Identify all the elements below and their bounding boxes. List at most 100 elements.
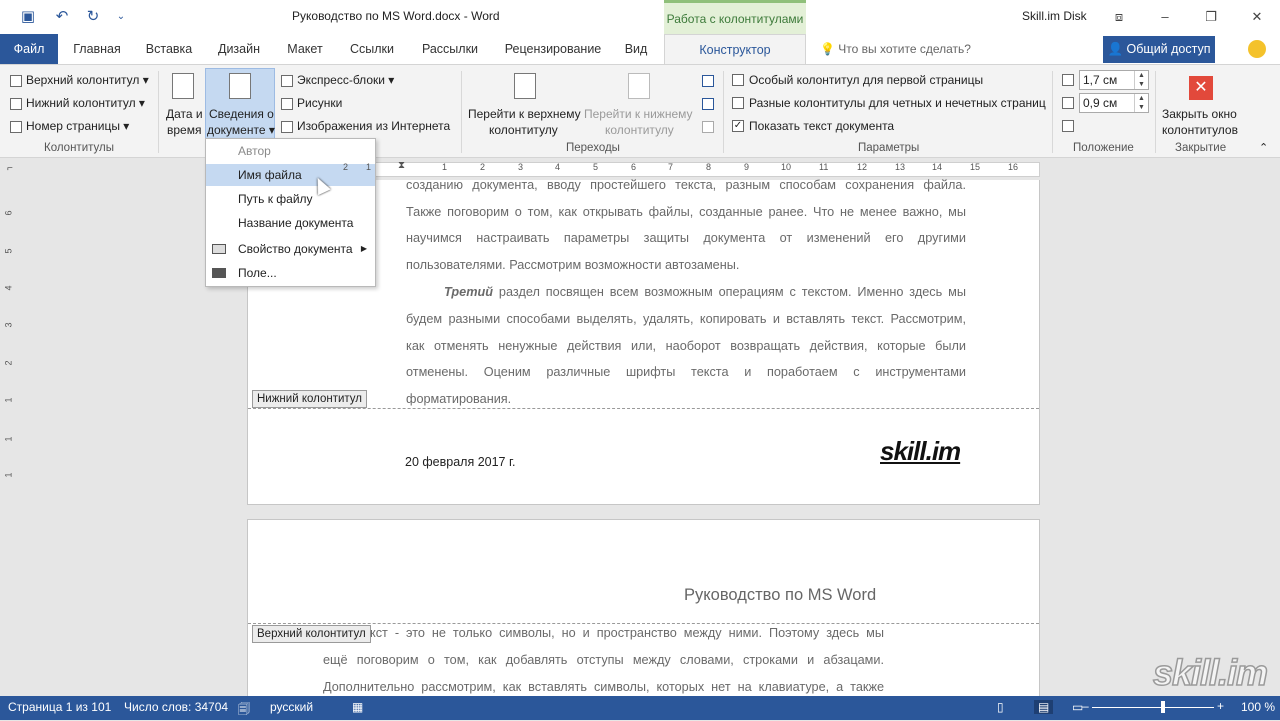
- ribbon-tab-bar: Файл Главная Вставка Дизайн Макет Ссылки…: [0, 34, 1280, 64]
- zoom-slider-thumb[interactable]: [1161, 701, 1165, 713]
- page-count[interactable]: Страница 1 из 101: [8, 700, 111, 714]
- tell-me-search[interactable]: 💡 Что вы хотите сделать?: [820, 42, 971, 56]
- ruler-tick-label: 7: [668, 162, 674, 172]
- tab-design[interactable]: Дизайн: [209, 34, 269, 64]
- body-line[interactable]: ещё поговорим о том, как добавлять отсту…: [323, 647, 884, 674]
- show-document-text-checkbox[interactable]: ✓: [732, 120, 744, 132]
- body-line[interactable]: будем разными способами выделять, удалят…: [406, 306, 966, 333]
- ruler-tick-label: 16: [1008, 162, 1019, 172]
- menu-item-label: Свойство документа: [238, 242, 353, 256]
- customize-qat-icon[interactable]: ⌄: [114, 7, 128, 27]
- goto-footer-button[interactable]: Перейти к нижнему: [584, 107, 693, 121]
- redo-icon[interactable]: ↻: [84, 7, 102, 27]
- ruler-tick-label: 1: [366, 162, 372, 172]
- group-label-options: Параметры: [858, 142, 920, 154]
- page-number-button[interactable]: Номер страницы ▾: [26, 119, 129, 133]
- close-header-footer-icon[interactable]: ✕: [1189, 76, 1213, 100]
- ruler-tick-label: 2: [480, 162, 486, 172]
- document-title: Руководство по MS Word.docx - Word: [292, 9, 500, 23]
- feedback-smiley-icon[interactable]: [1248, 40, 1266, 58]
- online-pictures-button[interactable]: Изображения из Интернета: [297, 119, 450, 133]
- menu-item-document-title[interactable]: Название документа: [206, 212, 375, 234]
- body-line[interactable]: как отменять ненужные действия или, наоб…: [406, 333, 966, 360]
- menu-item-file-path[interactable]: Путь к файлу: [206, 188, 375, 210]
- document-info-label-1: Сведения о: [209, 107, 274, 121]
- word-count[interactable]: Число слов: 34704: [124, 700, 228, 714]
- goto-header-label-2: колонтитулу: [489, 123, 558, 137]
- zoom-slider[interactable]: [1092, 707, 1214, 708]
- header-button[interactable]: Верхний колонтитул ▾: [26, 73, 149, 87]
- menu-item-author[interactable]: Автор: [206, 140, 375, 162]
- save-icon[interactable]: ▣: [18, 7, 38, 27]
- insert-alignment-tab-icon[interactable]: [1062, 120, 1074, 132]
- tab-selector-icon[interactable]: ⌐: [7, 163, 13, 174]
- menu-item-field[interactable]: Поле...: [206, 262, 375, 284]
- date-time-button[interactable]: Дата и: [166, 107, 203, 121]
- tab-home[interactable]: Главная: [64, 34, 130, 64]
- ruler-tick-label: 8: [706, 162, 712, 172]
- zoom-in-icon[interactable]: +: [1217, 699, 1224, 713]
- quick-parts-button[interactable]: Экспресс-блоки ▾: [297, 73, 394, 87]
- minimize-icon[interactable]: –: [1152, 6, 1178, 28]
- share-button[interactable]: 👤 Общий доступ: [1103, 36, 1215, 63]
- page-number-label: Номер страницы: [26, 119, 120, 133]
- next-icon[interactable]: [702, 98, 714, 110]
- close-icon[interactable]: ✕: [1244, 6, 1270, 28]
- body-line[interactable]: пользователями. Рассмотрим возможности а…: [406, 252, 966, 279]
- tab-mailings[interactable]: Рассылки: [412, 34, 488, 64]
- person-icon: 👤: [1107, 42, 1127, 56]
- ribbon-display-icon[interactable]: ⧈: [1106, 6, 1132, 28]
- different-odd-even-checkbox[interactable]: [732, 97, 744, 109]
- tab-review[interactable]: Рецензирование: [497, 34, 609, 64]
- footer-button[interactable]: Нижний колонтитул ▾: [26, 96, 145, 110]
- body-line[interactable]: отменены. Оценим различные шрифты текста…: [406, 359, 966, 386]
- tab-file[interactable]: Файл: [0, 34, 58, 64]
- collapse-ribbon-icon[interactable]: ⌃: [1259, 141, 1268, 154]
- link-to-previous-icon[interactable]: [702, 121, 714, 133]
- menu-item-document-property[interactable]: Свойство документа ▶: [206, 238, 375, 260]
- group-separator: [461, 71, 462, 153]
- menu-item-file-name[interactable]: Имя файла: [206, 164, 375, 186]
- disk-account[interactable]: Skill.im Disk: [1022, 9, 1087, 23]
- close-header-footer-button[interactable]: Закрыть окно: [1162, 107, 1237, 121]
- goto-header-button[interactable]: Перейти к верхнему: [468, 107, 581, 121]
- print-layout-icon[interactable]: ▤: [1034, 700, 1054, 714]
- footer-position-value: 0,9 см: [1083, 96, 1118, 110]
- watermark-logo: skill.im: [1152, 651, 1269, 694]
- read-mode-icon[interactable]: ▯: [997, 700, 1004, 714]
- tab-constructor[interactable]: Конструктор: [664, 34, 806, 64]
- body-line[interactable]: созданию документа, вводу простейшего те…: [406, 172, 966, 199]
- status-bar: Страница 1 из 101 Число слов: 34704 🗐 ру…: [0, 696, 1280, 720]
- pictures-button[interactable]: Рисунки: [297, 96, 342, 110]
- group-separator: [1155, 71, 1156, 153]
- body-line[interactable]: Также поговорим о том, как открывать фай…: [406, 199, 966, 226]
- body-line[interactable]: кст - это не только символы, но и простр…: [370, 620, 884, 647]
- spin-arrows-icon[interactable]: ▲ ▼: [1134, 71, 1148, 89]
- proofing-icon[interactable]: 🗐: [238, 700, 250, 721]
- macro-icon[interactable]: ▦: [352, 700, 363, 714]
- tab-references[interactable]: Ссылки: [342, 34, 402, 64]
- restore-icon[interactable]: ❐: [1198, 6, 1224, 28]
- header-title[interactable]: Руководство по MS Word: [684, 586, 876, 605]
- spin-arrows-icon[interactable]: ▲ ▼: [1134, 94, 1148, 112]
- group-label-hf: Колонтитулы: [44, 142, 114, 154]
- tab-view[interactable]: Вид: [618, 34, 654, 64]
- different-first-page-checkbox[interactable]: [732, 74, 744, 86]
- previous-icon[interactable]: [702, 75, 714, 87]
- zoom-level[interactable]: 100 %: [1241, 700, 1275, 714]
- body-line-third[interactable]: Третий раздел посвящен всем возможным оп…: [444, 279, 966, 306]
- header-position-input[interactable]: 1,7 см ▲ ▼: [1079, 70, 1149, 90]
- body-line[interactable]: научимся настраивать параметры защиты до…: [406, 225, 966, 252]
- tab-layout[interactable]: Макет: [278, 34, 332, 64]
- pictures-icon: [281, 98, 293, 110]
- tab-insert[interactable]: Вставка: [138, 34, 200, 64]
- header-position-icon: [1062, 74, 1074, 86]
- vertical-ruler-label: 6: [3, 210, 14, 216]
- ribbon: Верхний колонтитул ▾ Нижний колонтитул ▾…: [0, 64, 1280, 158]
- footer-position-input[interactable]: 0,9 см ▲ ▼: [1079, 93, 1149, 113]
- footer-date[interactable]: 20 февраля 2017 г.: [405, 455, 515, 469]
- undo-icon[interactable]: ↶: [50, 7, 74, 27]
- language[interactable]: русский: [270, 700, 313, 714]
- zoom-out-icon[interactable]: –: [1082, 699, 1089, 713]
- indent-marker-icon[interactable]: ⧗: [398, 160, 405, 171]
